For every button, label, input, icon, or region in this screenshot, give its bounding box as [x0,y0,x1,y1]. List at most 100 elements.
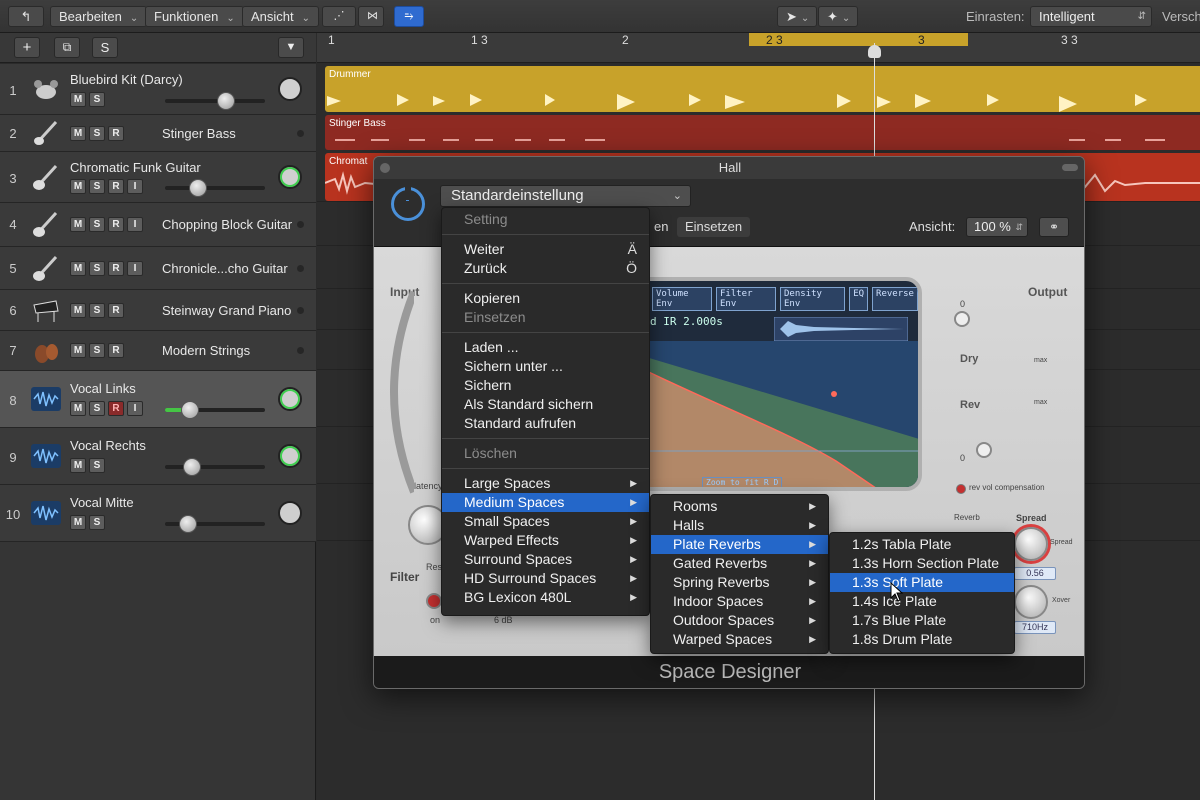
plugin-titlebar[interactable]: Hall [374,157,1084,179]
menu-item-preset[interactable]: 1.4s Ice Plate [830,592,1014,611]
pan-knob[interactable] [278,77,302,101]
drummer-region[interactable]: Drummer [325,66,1200,112]
rev-slider-handle[interactable] [976,442,992,458]
track-row[interactable]: 2 MSR Stinger Bass [0,115,316,152]
global-solo-button[interactable]: S [92,37,118,58]
paste-partial-button[interactable]: en [646,217,676,237]
playhead-handle[interactable] [868,45,881,58]
menu-item-zurueck[interactable]: Zurück Ö [442,259,649,278]
menu-item-medium-spaces[interactable]: Medium Spaces ▶ [442,493,649,512]
track-row[interactable]: 9 Vocal Rechts MS [0,428,316,485]
xover-knob[interactable] [1014,585,1048,619]
mute-button[interactable]: M [70,261,86,276]
menu-item-surround-spaces[interactable]: Surround Spaces ▶ [442,550,649,569]
solo-button[interactable]: S [89,92,105,107]
zoom-select[interactable]: 100 % ⇵ [966,217,1028,237]
volume-thumb[interactable] [189,179,207,197]
spread-value[interactable]: 0.56 [1014,567,1056,580]
track-row[interactable]: 7 MSR Modern Strings [0,331,316,371]
input-monitor-button[interactable]: I [127,261,143,276]
volume-slider[interactable] [165,179,265,197]
menu-item-sichern-unter[interactable]: Sichern unter ... [442,357,649,376]
power-icon[interactable] [391,184,425,221]
zoom-to-fit-button[interactable]: Zoom to fit R D [702,477,783,487]
menu-item-halls[interactable]: Halls ▶ [651,516,828,535]
filter-on-button[interactable] [426,593,442,609]
menu-item-als-standard-sichern[interactable]: Als Standard sichern [442,395,649,414]
menu-item-preset[interactable]: 1.3s Soft Plate [830,573,1014,592]
menu-item-weiter[interactable]: Weiter Ä [442,240,649,259]
mute-button[interactable]: M [70,515,86,530]
pan-knob[interactable] [278,501,302,525]
menu-item-preset[interactable]: 1.7s Blue Plate [830,611,1014,630]
track-row[interactable]: 4 MSRI Chopping Block Guitar [0,203,316,247]
spread-knob[interactable] [1014,527,1048,561]
xover-value[interactable]: 710Hz [1014,621,1056,634]
menu-item-warped-spaces[interactable]: Warped Spaces ▶ [651,630,828,649]
preset-select[interactable]: Standardeinstellung ⌄ [440,185,691,207]
menu-item-standard-aufrufen[interactable]: Standard aufrufen [442,414,649,433]
mute-button[interactable]: M [70,401,86,416]
menu-item-bg-lexicon[interactable]: BG Lexicon 480L ▶ [442,588,649,607]
menu-item-rooms[interactable]: Rooms ▶ [651,497,828,516]
volume-thumb[interactable] [181,401,199,419]
track-row[interactable]: 8 Vocal Links MSRI [0,371,316,428]
rev-vol-compensation-button[interactable] [956,484,966,494]
bearbeiten-menu[interactable]: Bearbeiten ⌄ [50,6,148,27]
volume-slider[interactable] [165,458,265,476]
solo-button[interactable]: S [89,179,105,194]
catch-icon[interactable]: ⥱ [394,6,424,27]
volume-thumb[interactable] [217,92,235,110]
input-monitor-button[interactable]: I [127,401,143,416]
envelope-display[interactable]: Volume Env Filter Env Density Env EQ Rev… [622,277,922,491]
add-track-button[interactable]: + [14,37,40,58]
menu-item-warped-effects[interactable]: Warped Effects ▶ [442,531,649,550]
menu-item-small-spaces[interactable]: Small Spaces ▶ [442,512,649,531]
flex-icon[interactable]: ⋈ [358,6,384,27]
input-monitor-button[interactable]: I [127,217,143,232]
menu-item-gated-reverbs[interactable]: Gated Reverbs ▶ [651,554,828,573]
track-row[interactable]: 6 MSR Steinway Grand Piano [0,290,316,331]
solo-button[interactable]: S [89,343,105,358]
reverse-tab[interactable]: Reverse [872,287,918,311]
einsetzen-button[interactable]: Einsetzen [677,217,751,237]
einrasten-select[interactable]: Intelligent ⇵ [1030,6,1152,27]
dry-slider-handle[interactable] [954,311,970,327]
pan-knob[interactable] [278,387,302,411]
stinger-bass-region[interactable]: Stinger Bass [325,115,1200,150]
mute-button[interactable]: M [70,92,86,107]
solo-button[interactable]: S [89,261,105,276]
record-button[interactable]: R [108,343,124,358]
mute-button[interactable]: M [70,458,86,473]
duplicate-track-icon[interactable]: ⧉ [54,37,80,58]
input-monitor-button[interactable]: I [127,179,143,194]
secondary-tool-icon[interactable]: ✦ ⌄ [818,6,858,27]
track-row[interactable]: 5 MSRI Chronicle...cho Guitar [0,247,316,290]
volume-slider[interactable] [165,92,265,110]
menu-item-preset[interactable]: 1.8s Drum Plate [830,630,1014,649]
pointer-tool-icon[interactable]: ➤ ⌄ [777,6,817,27]
filter-env-tab[interactable]: Filter Env [716,287,776,311]
solo-button[interactable]: S [89,303,105,318]
solo-button[interactable]: S [89,458,105,473]
solo-button[interactable]: S [89,217,105,232]
menu-item-sichern[interactable]: Sichern [442,376,649,395]
eq-tab[interactable]: EQ [849,287,869,311]
pan-knob[interactable] [278,444,302,468]
track-row[interactable]: 10 Vocal Mitte MS [0,485,316,542]
back-icon[interactable]: ↰ [8,6,44,27]
mute-button[interactable]: M [70,303,86,318]
record-button[interactable]: R [108,179,124,194]
volume-thumb[interactable] [179,515,197,533]
menu-item-large-spaces[interactable]: Large Spaces ▶ [442,474,649,493]
menu-item-spring-reverbs[interactable]: Spring Reverbs ▶ [651,573,828,592]
track-row[interactable]: 1 Bluebird Kit (Darcy) MS [0,64,316,115]
record-button[interactable]: R [108,217,124,232]
link-icon[interactable]: ⚭ [1039,217,1069,237]
density-env-tab[interactable]: Density Env [780,287,846,311]
record-button[interactable]: R [108,261,124,276]
mute-button[interactable]: M [70,217,86,232]
volume-env-tab[interactable]: Volume Env [652,287,712,311]
expand-window-icon[interactable] [1062,164,1078,171]
menu-item-hd-surround-spaces[interactable]: HD Surround Spaces ▶ [442,569,649,588]
